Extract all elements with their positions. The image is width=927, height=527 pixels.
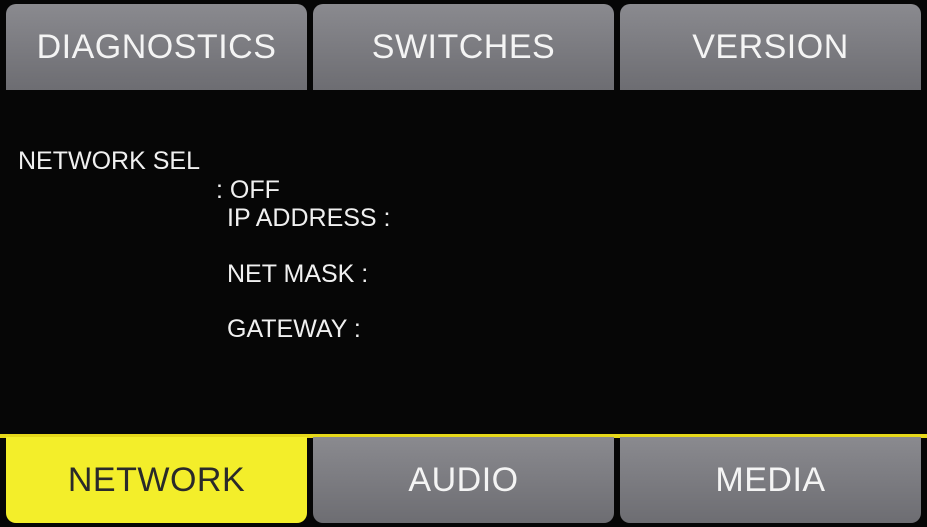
tab-media[interactable]: MEDIA (620, 437, 921, 523)
tab-switches[interactable]: SWITCHES (313, 4, 614, 90)
net-mask-label: NET MASK : (227, 260, 369, 288)
bottom-tab-bar: NETWORK AUDIO MEDIA (0, 437, 927, 523)
gateway-label: GATEWAY : (227, 315, 361, 343)
tab-network[interactable]: NETWORK (6, 437, 307, 523)
network-info-panel: NETWORK SEL : OFF IP ADDRESS : NET MASK … (0, 90, 927, 434)
tab-audio[interactable]: AUDIO (313, 437, 614, 523)
top-tab-bar: DIAGNOSTICS SWITCHES VERSION (0, 4, 927, 90)
network-sel-label: NETWORK SEL (18, 147, 200, 175)
tab-version[interactable]: VERSION (620, 4, 921, 90)
tab-diagnostics[interactable]: DIAGNOSTICS (6, 4, 307, 90)
network-sel-value: : OFF (216, 176, 280, 204)
screen: DIAGNOSTICS SWITCHES VERSION NETWORK SEL… (0, 0, 927, 527)
gateway-row: GATEWAY : (0, 286, 361, 373)
ip-address-label: IP ADDRESS : (227, 204, 391, 232)
